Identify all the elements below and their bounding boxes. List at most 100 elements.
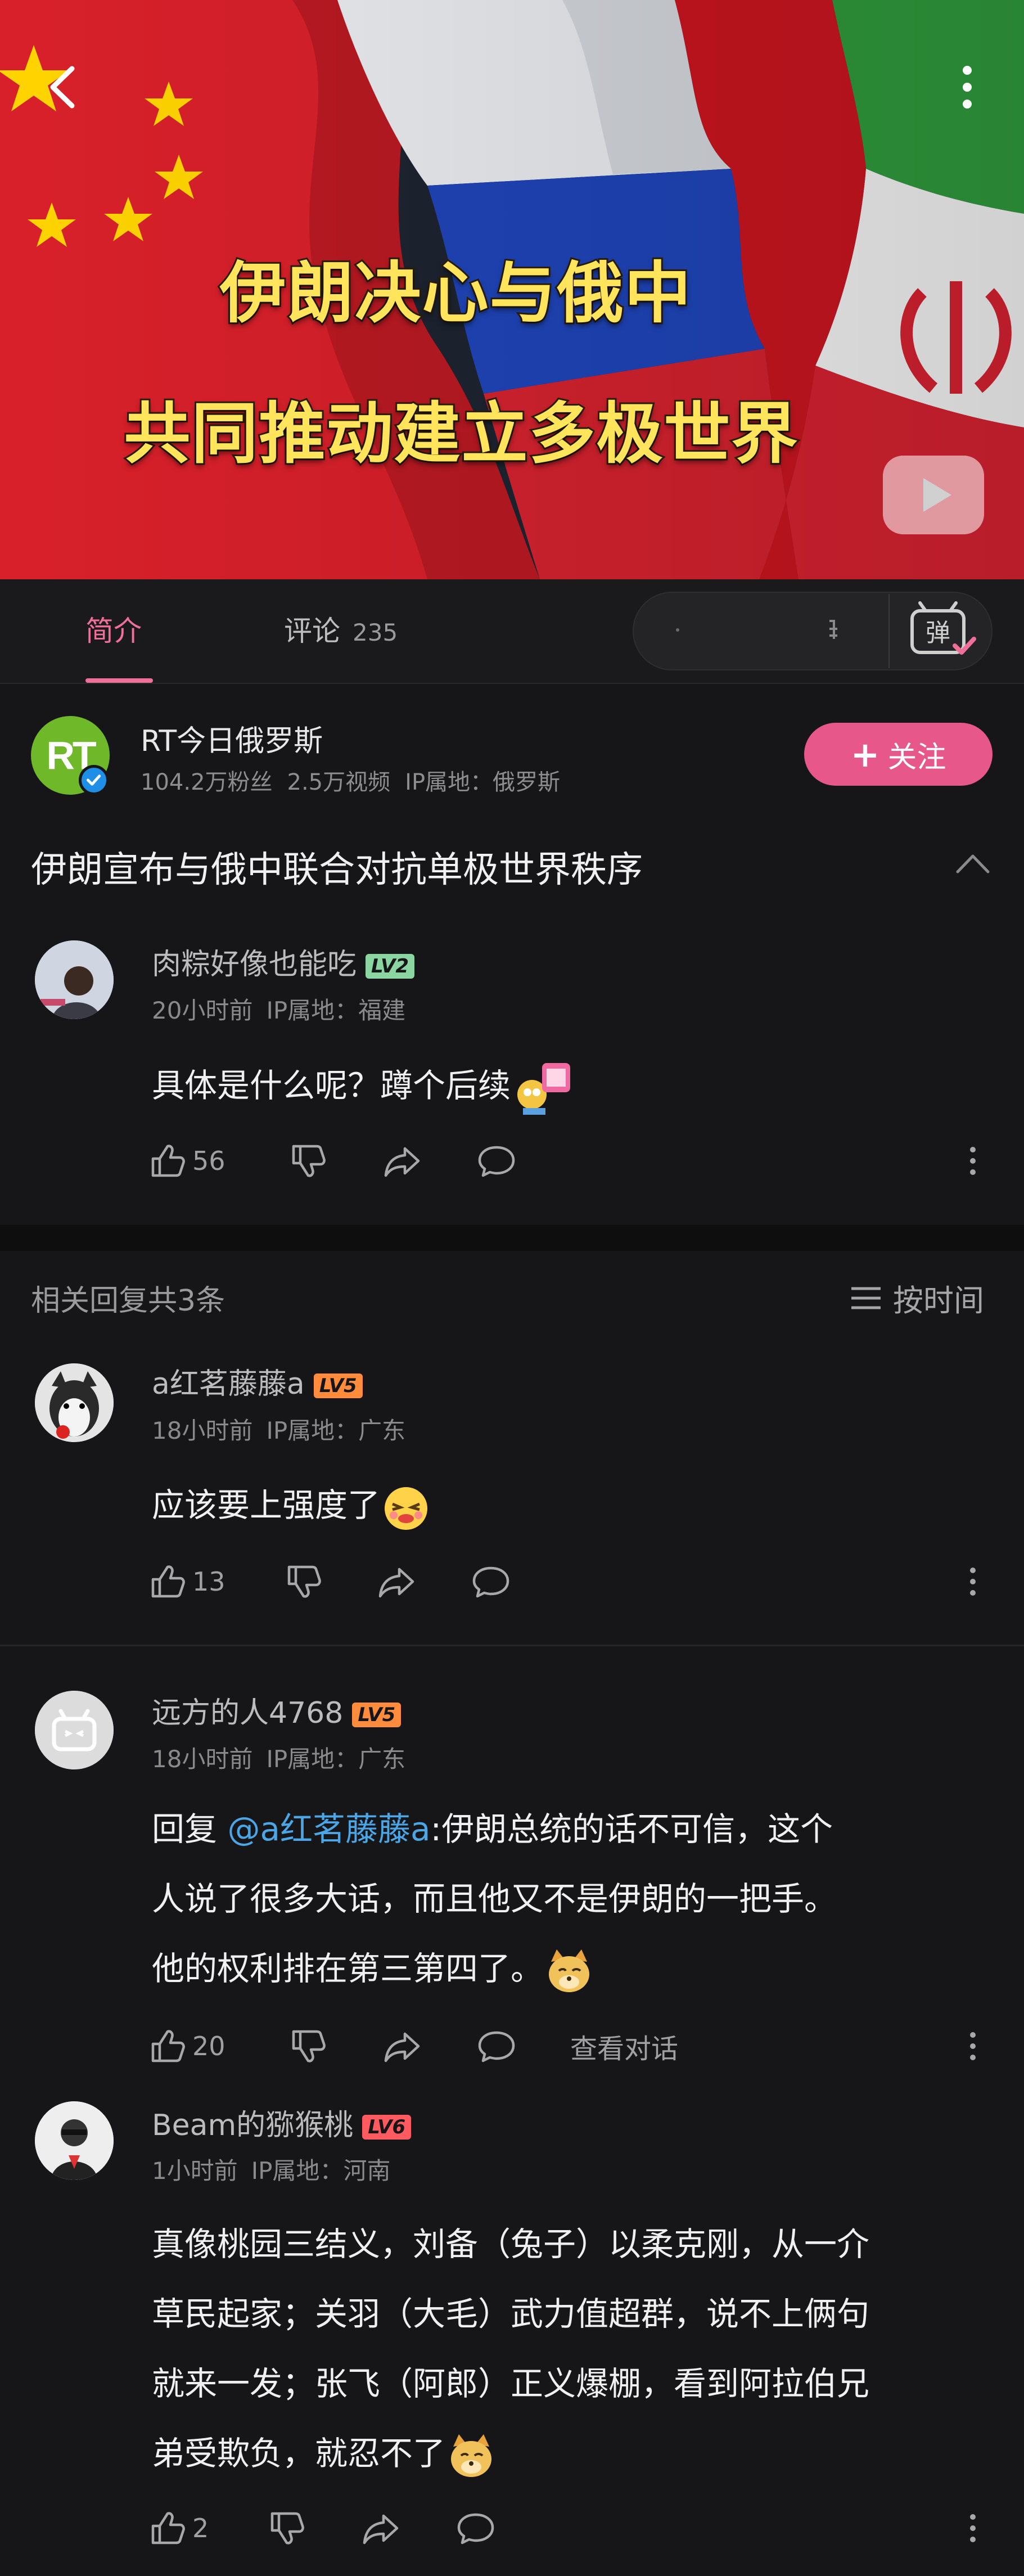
reply-actions: 20 查看对话 <box>147 2024 1024 2069</box>
squat-emoji-icon <box>517 1062 571 1115</box>
comment-time: 20小时前 <box>152 997 253 1024</box>
dislike-button[interactable] <box>267 2506 307 2551</box>
danmaku-toggle-icon: 弹 <box>910 601 976 655</box>
reply-username[interactable]: 远方的人4768 LV5 <box>152 1689 402 1731</box>
reply-meta: 18小时前 IP属地：广东 <box>152 1740 419 1775</box>
reply-text-body: 应该要上强度了 <box>152 1486 381 1524</box>
reply-meta: 1小时前 IP属地：河南 <box>152 2152 404 2186</box>
reply-username-text: 远方的人4768 <box>152 1696 344 1730</box>
reply-time: 1小时前 <box>152 2157 238 2185</box>
more-vertical-icon <box>970 1568 976 1596</box>
comment-actions: 56 <box>147 1138 1024 1183</box>
reply-button[interactable] <box>455 2506 496 2551</box>
reply-ip: IP属地：广东 <box>266 1745 406 1773</box>
reply-line-1: 真像桃园三结义，刘备（兔子）以柔克刚，从一介 <box>152 2225 870 2263</box>
reply-line-1: 回复 @a红茗藤藤a:伊朗总统的话不可信，这个 <box>152 1794 1007 1864</box>
follow-button[interactable]: + 关注 <box>804 723 993 786</box>
share-button[interactable] <box>382 1138 423 1183</box>
comment-text-body: 具体是什么呢？蹲个后续 <box>152 1066 511 1105</box>
reply-prefix: 回复 <box>152 1810 228 1848</box>
reply-username-text: a红茗藤藤a <box>152 1367 305 1401</box>
avatar[interactable] <box>35 1363 114 1442</box>
like-count: 56 <box>192 1146 225 1176</box>
back-arrow-icon[interactable] <box>39 62 90 112</box>
tab-active-indicator <box>85 678 153 683</box>
tab-comments[interactable]: 评论 235 <box>284 609 398 649</box>
thumbs-down-icon <box>292 2030 326 2062</box>
like-button[interactable]: 20 <box>147 2024 225 2069</box>
danmaku-toggle-button[interactable]: 弹 <box>888 594 991 668</box>
more-options-button[interactable] <box>962 2506 984 2551</box>
danmaku-toggle-label: 弹 <box>926 619 950 647</box>
like-button[interactable]: 13 <box>147 1559 225 1604</box>
reply-line-2: 人说了很多大话，而且他又不是伊朗的一把手。 <box>152 1880 837 1918</box>
thumbs-up-icon <box>151 1145 185 1177</box>
reply-time: 18小时前 <box>152 1417 253 1444</box>
reply-button[interactable] <box>476 1138 517 1183</box>
more-options-button[interactable] <box>962 1138 984 1183</box>
avatar-photo <box>35 940 114 1019</box>
sort-button[interactable]: 按时间 <box>849 1276 984 1320</box>
reply-line-4: 弟受欺负，就忍不了 <box>152 2419 1007 2488</box>
share-button[interactable] <box>361 2506 402 2551</box>
uploader-name[interactable]: RT今日俄罗斯 <box>141 717 323 759</box>
thumbs-down-icon <box>287 1565 321 1598</box>
video-player[interactable]: 伊朗决心与俄中 共同推动建立多极世界 <box>0 0 1024 579</box>
video-title-line-2: 共同推动建立多极世界 <box>122 395 799 472</box>
share-icon <box>378 1568 414 1598</box>
danmaku-input[interactable] <box>666 613 852 647</box>
reply-line-2: 草民起家；关羽（大毛）武力值超群，说不上俩句 <box>152 2295 870 2333</box>
thumbs-down-icon <box>292 1145 326 1177</box>
share-button[interactable] <box>377 1559 417 1604</box>
husky-avatar <box>35 1363 114 1442</box>
more-options-button[interactable] <box>962 1559 984 1604</box>
like-button[interactable]: 56 <box>147 1138 225 1183</box>
reply-text: 回复 @a红茗藤藤a:伊朗总统的话不可信，这个 人说了很多大话，而且他又不是伊朗… <box>152 1794 1007 2003</box>
level-badge: LV5 <box>352 1703 402 1727</box>
avatar[interactable] <box>35 2101 114 2180</box>
avatar[interactable] <box>35 940 114 1019</box>
default-tv-avatar <box>35 1691 114 1769</box>
reply-button[interactable] <box>471 1559 511 1604</box>
more-options-button[interactable] <box>962 2024 984 2069</box>
reply-username[interactable]: a红茗藤藤a LV5 <box>152 1360 363 1402</box>
level-badge: LV6 <box>362 2115 412 2140</box>
share-icon <box>363 2514 399 2545</box>
uploader-ip: IP属地：俄罗斯 <box>405 769 561 795</box>
comment-username-text: 肉粽好像也能吃 <box>152 948 357 981</box>
more-vertical-icon <box>970 1147 976 1175</box>
chevron-up-icon[interactable] <box>953 849 993 877</box>
comment-bubble-icon <box>478 1146 515 1177</box>
more-vertical-icon[interactable] <box>945 59 990 115</box>
comment-username[interactable]: 肉粽好像也能吃 LV2 <box>152 940 414 983</box>
avatar[interactable] <box>35 1691 114 1769</box>
view-dialog-link[interactable]: 查看对话 <box>570 2024 678 2069</box>
dislike-button[interactable] <box>288 1138 328 1183</box>
sketch-avatar <box>35 2101 114 2180</box>
reply-actions: 13 <box>147 1559 1024 1604</box>
share-icon <box>384 1147 420 1177</box>
thumbs-up-icon <box>151 1565 185 1598</box>
reply-meta: 18小时前 IP属地：广东 <box>152 1412 419 1446</box>
like-button[interactable]: 2 <box>147 2506 209 2551</box>
uploader-stats: 104.2万粉丝 2.5万视频 IP属地：俄罗斯 <box>141 764 575 796</box>
mention-link[interactable]: @a红茗藤藤a <box>227 1810 430 1848</box>
more-vertical-icon <box>970 2032 976 2060</box>
reply-button[interactable] <box>476 2024 517 2069</box>
tab-intro[interactable]: 简介 <box>85 609 142 649</box>
follow-label: 关注 <box>887 740 946 774</box>
doge-emoji-icon <box>549 1949 590 1992</box>
reply-line-1-text: :伊朗总统的话不可信，这个 <box>430 1810 833 1848</box>
reply-line-3: 他的权利排在第三第四了。 <box>152 1934 1007 2003</box>
doge-emoji-icon <box>451 2434 492 2477</box>
reply-line-4-text: 弟受欺负，就忍不了 <box>152 2434 446 2473</box>
reply-username[interactable]: Beam的猕猴桃 LV6 <box>152 2101 412 2143</box>
dislike-button[interactable] <box>288 2024 328 2069</box>
uploader-fans: 104.2万粉丝 <box>141 769 273 795</box>
thumbs-up-icon <box>151 2030 185 2062</box>
play-icon[interactable] <box>877 450 990 540</box>
reply-ip: IP属地：广东 <box>266 1417 406 1444</box>
share-button[interactable] <box>382 2024 423 2069</box>
level-badge: LV5 <box>313 1373 363 1398</box>
dislike-button[interactable] <box>283 1559 324 1604</box>
